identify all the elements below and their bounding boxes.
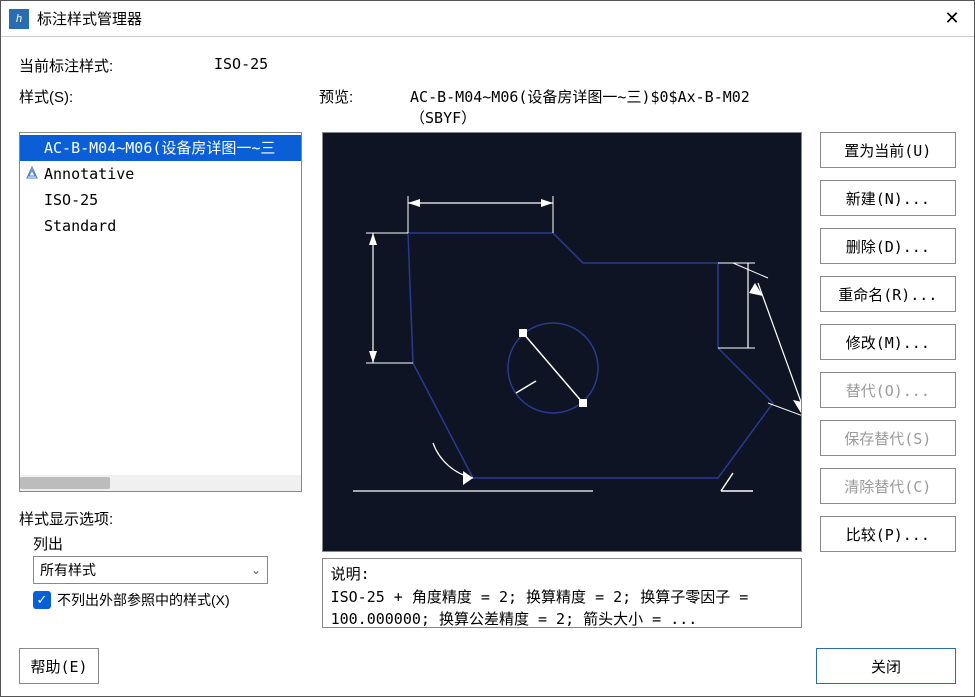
right-button-column: 置为当前(U) 新建(N)... 删除(D)... 重命名(R)... 修改(M…: [820, 132, 956, 638]
header-row: 样式(S): 预览: AC-B-M04~M06(设备房详图一~三)$0$Ax-B…: [19, 86, 956, 128]
style-item-3[interactable]: Standard: [20, 213, 301, 239]
style-item-label: Standard: [44, 217, 116, 235]
help-button[interactable]: 帮助(E): [19, 648, 99, 684]
left-column: AC-B-M04~M06(设备房详图一~三 Annotative ISO-25: [19, 132, 302, 638]
preview-canvas: [322, 132, 802, 552]
xref-checkbox-row[interactable]: ✓ 不列出外部参照中的样式(X): [33, 590, 302, 610]
select-value: 所有样式: [40, 560, 96, 580]
chevron-down-icon: ⌄: [251, 563, 261, 577]
clear-override-button: 清除替代(C): [820, 468, 956, 504]
style-item-1[interactable]: Annotative: [20, 161, 301, 187]
description-text: ISO-25 + 角度精度 = 2; 换算精度 = 2; 换算子零因子 = 10…: [331, 586, 793, 631]
list-filter-select[interactable]: 所有样式 ⌄: [33, 556, 268, 584]
save-override-button: 保存替代(S): [820, 420, 956, 456]
main-row: AC-B-M04~M06(设备房详图一~三 Annotative ISO-25: [19, 132, 956, 638]
override-button: 替代(O)...: [820, 372, 956, 408]
dialog-window: h 标注样式管理器 ✕ 当前标注样式: ISO-25 样式(S): 预览: AC…: [0, 0, 975, 697]
modify-button[interactable]: 修改(M)...: [820, 324, 956, 360]
style-item-2[interactable]: ISO-25: [20, 187, 301, 213]
style-listbox[interactable]: AC-B-M04~M06(设备房详图一~三 Annotative ISO-25: [19, 132, 302, 492]
display-options-title: 样式显示选项:: [19, 508, 302, 529]
style-item-0[interactable]: AC-B-M04~M06(设备房详图一~三: [20, 135, 301, 161]
window-title: 标注样式管理器: [37, 8, 142, 29]
middle-column: 说明: ISO-25 + 角度精度 = 2; 换算精度 = 2; 换算子零因子 …: [322, 132, 802, 638]
rename-button[interactable]: 重命名(R)...: [820, 276, 956, 312]
description-label: 说明:: [331, 563, 793, 586]
style-item-label: Annotative: [44, 165, 134, 183]
styles-label: 样式(S):: [19, 86, 319, 128]
xref-checkbox-label: 不列出外部参照中的样式(X): [57, 590, 230, 610]
close-icon[interactable]: ✕: [938, 5, 966, 33]
preview-style-name: AC-B-M04~M06(设备房详图一~三)$0$Ax-B-M02（SBYF）: [410, 86, 799, 128]
footer: 帮助(E) 关闭: [1, 646, 974, 696]
scrollbar-thumb[interactable]: [20, 477, 110, 489]
style-item-label: ISO-25: [44, 191, 98, 209]
preview-label: 预览:: [319, 86, 410, 128]
close-button[interactable]: 关闭: [816, 648, 956, 684]
current-style-label: 当前标注样式:: [19, 55, 214, 76]
annotative-icon: [24, 165, 40, 181]
description-box: 说明: ISO-25 + 角度精度 = 2; 换算精度 = 2; 换算子零因子 …: [322, 558, 802, 628]
content-area: 当前标注样式: ISO-25 样式(S): 预览: AC-B-M04~M06(设…: [1, 37, 974, 646]
display-options-group: 样式显示选项: 列出 所有样式 ⌄ ✓ 不列出外部参照中的样式(X): [19, 508, 302, 610]
compare-button[interactable]: 比较(P)...: [820, 516, 956, 552]
current-style-value: ISO-25: [214, 55, 268, 76]
dimension-preview-svg: [323, 133, 801, 551]
new-button[interactable]: 新建(N)...: [820, 180, 956, 216]
delete-button[interactable]: 删除(D)...: [820, 228, 956, 264]
current-style-row: 当前标注样式: ISO-25: [19, 55, 956, 76]
list-label: 列出: [33, 533, 302, 554]
app-icon: h: [9, 9, 29, 29]
checkbox-icon: ✓: [33, 591, 51, 609]
style-item-label: AC-B-M04~M06(设备房详图一~三: [44, 139, 275, 157]
set-current-button[interactable]: 置为当前(U): [820, 132, 956, 168]
titlebar: h 标注样式管理器 ✕: [1, 1, 974, 37]
horizontal-scrollbar[interactable]: [20, 475, 301, 491]
